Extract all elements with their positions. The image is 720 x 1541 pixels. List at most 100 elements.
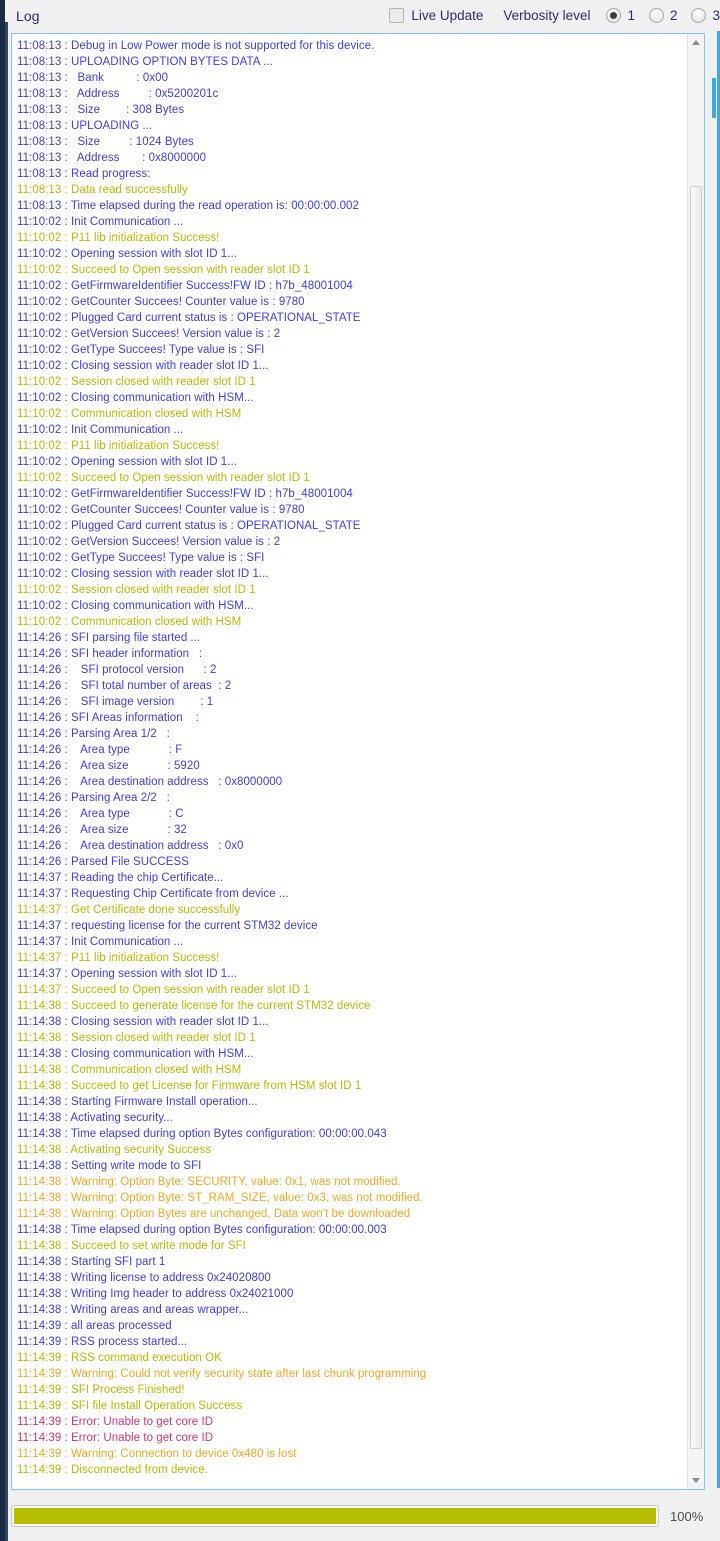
- radio-3-indicator[interactable]: [691, 8, 707, 23]
- log-line: 11:10:02 : Opening session with slot ID …: [17, 248, 237, 260]
- log-line: 11:14:37 : Requesting Chip Certificate f…: [17, 888, 289, 900]
- log-line: 11:14:26 : Parsed File SUCCESS: [17, 856, 189, 868]
- log-line: 11:10:02 : GetType Succees! Type value i…: [17, 552, 265, 564]
- log-line: 11:10:02 : Closing session with reader s…: [17, 360, 269, 372]
- progress-bar-fill: [14, 1508, 656, 1524]
- log-line: 11:10:02 : Plugged Card current status i…: [17, 520, 361, 532]
- log-line: 11:14:26 : SFI protocol version : 2: [17, 664, 217, 676]
- log-line: 11:14:39 : Error: Unable to get core ID: [17, 1432, 214, 1444]
- log-line: 11:10:02 : P11 lib initialization Succes…: [17, 440, 220, 452]
- log-line: 11:14:38 : Starting Firmware Install ope…: [17, 1096, 258, 1108]
- verbosity-radio-3[interactable]: 3: [691, 8, 720, 23]
- log-line: 11:10:02 : Closing communication with HS…: [17, 392, 254, 404]
- log-line: 11:14:38 : Succeed to get License for Fi…: [17, 1080, 362, 1092]
- progress-bar: [11, 1505, 659, 1527]
- log-line: 11:14:38 : Writing license to address 0x…: [17, 1272, 271, 1284]
- log-line: 11:10:02 : Succeed to Open session with …: [17, 472, 310, 484]
- log-line: 11:08:13 : Bank : 0x00: [17, 72, 169, 84]
- log-line: 11:14:37 : Reading the chip Certificate.…: [17, 872, 224, 884]
- log-line: 11:10:02 : GetFirmwareIdentifier Success…: [17, 280, 353, 292]
- log-line: 11:08:13 : Address : 0x5200201c: [17, 88, 219, 100]
- window-right-accent: [712, 78, 716, 118]
- scrollbar-thumb[interactable]: [690, 186, 702, 1449]
- log-line: 11:14:38 : Closing session with reader s…: [17, 1016, 269, 1028]
- log-panel[interactable]: 11:08:13 : Debug in Low Power mode is no…: [11, 33, 705, 1490]
- log-line: 11:10:02 : GetCounter Succees! Counter v…: [17, 296, 305, 308]
- log-line: 11:08:13 : Size : 1024 Bytes: [17, 136, 194, 148]
- log-line: 11:08:13 : Size : 308 Bytes: [17, 104, 185, 116]
- log-line: 11:14:26 : Parsing Area 1/2 :: [17, 728, 170, 740]
- log-line: 11:14:26 : SFI total number of areas : 2: [17, 680, 232, 692]
- log-line: 11:14:38 : Time elapsed during option By…: [17, 1128, 387, 1140]
- live-update-label: Live Update: [411, 8, 484, 23]
- radio-2-indicator[interactable]: [648, 8, 664, 23]
- log-line: 11:14:39 : RSS process started...: [17, 1336, 188, 1348]
- log-text-area[interactable]: 11:08:13 : Debug in Low Power mode is no…: [12, 34, 687, 1489]
- progress-row: 100%: [11, 1504, 711, 1528]
- log-line: 11:08:13 : UPLOADING ...: [17, 120, 153, 132]
- verbosity-level-label: Verbosity level: [503, 8, 591, 23]
- log-line: 11:10:02 : GetCounter Succees! Counter v…: [17, 504, 305, 516]
- log-line: 11:14:38 : Session closed with reader sl…: [17, 1032, 256, 1044]
- log-line: 11:14:26 : Area type : F: [17, 744, 183, 756]
- log-line: 11:14:39 : all areas processed: [17, 1320, 172, 1332]
- log-line: 11:14:38 : Closing communication with HS…: [17, 1048, 254, 1060]
- live-update-control[interactable]: Live Update: [389, 8, 483, 23]
- page-title: Log: [16, 7, 40, 24]
- verbosity-radio-group: 1 2 3: [606, 8, 720, 23]
- log-line: 11:14:38 : Starting SFI part 1: [17, 1256, 166, 1268]
- log-line: 11:10:02 : GetType Succees! Type value i…: [17, 344, 265, 356]
- log-line: 11:10:02 : Communication closed with HSM: [17, 616, 242, 628]
- log-line: 11:08:13 : Address : 0x8000000: [17, 152, 207, 164]
- log-line: 11:14:26 : Area destination address : 0x…: [17, 776, 283, 788]
- log-line: 11:14:39 : Warning: Could not verify sec…: [17, 1368, 427, 1380]
- log-line: 11:10:02 : Session closed with reader sl…: [17, 584, 256, 596]
- live-update-checkbox[interactable]: [389, 8, 405, 23]
- verbosity-radio-2[interactable]: 2: [648, 8, 678, 23]
- log-line: 11:10:02 : Closing session with reader s…: [17, 568, 269, 580]
- log-line: 11:14:38 : Setting write mode to SFI: [17, 1160, 202, 1172]
- log-line: 11:10:02 : GetVersion Succees! Version v…: [17, 328, 281, 340]
- radio-2-label: 2: [669, 8, 678, 23]
- log-line: 11:14:38 : Writing areas and areas wrapp…: [17, 1304, 249, 1316]
- log-vertical-scrollbar[interactable]: [687, 34, 704, 1489]
- log-line: 11:14:38 : Warning: Option Byte: ST_RAM_…: [17, 1192, 423, 1204]
- log-line: 11:14:37 : requesting license for the cu…: [17, 920, 318, 932]
- log-line: 11:08:13 : Data read successfully: [17, 184, 188, 196]
- log-line: 11:08:13 : Debug in Low Power mode is no…: [17, 40, 375, 52]
- log-line: 11:14:26 : SFI parsing file started ...: [17, 632, 201, 644]
- scroll-down-button[interactable]: [688, 1472, 704, 1489]
- log-line: 11:14:38 : Warning: Option Bytes are unc…: [17, 1208, 411, 1220]
- log-line: 11:14:26 : Area type : C: [17, 808, 184, 820]
- chevron-up-icon: [692, 40, 700, 45]
- log-line: 11:14:39 : Warning: Connection to device…: [17, 1448, 297, 1460]
- log-line: 11:14:39 : RSS command execution OK: [17, 1352, 222, 1364]
- log-line: 11:10:02 : Succeed to Open session with …: [17, 264, 310, 276]
- radio-3-label: 3: [712, 8, 720, 23]
- log-line: 11:14:26 : Area destination address : 0x…: [17, 840, 244, 852]
- log-line: 11:08:13 : UPLOADING OPTION BYTES DATA .…: [17, 56, 273, 68]
- log-line: 11:10:02 : Session closed with reader sl…: [17, 376, 256, 388]
- progress-percent-label: 100%: [670, 1508, 704, 1524]
- log-header-bar: Log Live Update Verbosity level 1 2 3: [8, 0, 720, 31]
- log-line: 11:14:38 : Writing Img header to address…: [17, 1288, 294, 1300]
- log-line: 11:14:38 : Warning: Option Byte: SECURIT…: [17, 1176, 401, 1188]
- log-line: 11:10:02 : GetFirmwareIdentifier Success…: [17, 488, 353, 500]
- radio-1-label: 1: [627, 8, 635, 23]
- log-line: 11:14:39 : Disconnected from device.: [17, 1464, 208, 1476]
- log-line: 11:14:38 : Communication closed with HSM: [17, 1064, 242, 1076]
- log-line: 11:14:26 : Area size : 32: [17, 824, 187, 836]
- log-line: 11:14:37 : Get Certificate done successf…: [17, 904, 241, 916]
- log-line: 11:14:39 : SFI file Install Operation Su…: [17, 1400, 243, 1412]
- scroll-up-button[interactable]: [688, 34, 704, 51]
- log-line: 11:14:37 : Opening session with slot ID …: [17, 968, 237, 980]
- log-line: 11:08:13 : Time elapsed during the read …: [17, 200, 359, 212]
- log-line: 11:14:38 : Activating security Success: [17, 1144, 212, 1156]
- log-line: 11:10:02 : Init Communication ...: [17, 424, 184, 436]
- verbosity-radio-1[interactable]: 1: [606, 8, 635, 23]
- log-line: 11:14:38 : Succeed to set write mode for…: [17, 1240, 246, 1252]
- log-line: 11:14:37 : Succeed to Open session with …: [17, 984, 310, 996]
- log-line: 11:14:37 : Init Communication ...: [17, 936, 184, 948]
- radio-1-indicator[interactable]: [606, 8, 622, 23]
- log-line: 11:14:26 : SFI header information :: [17, 648, 203, 660]
